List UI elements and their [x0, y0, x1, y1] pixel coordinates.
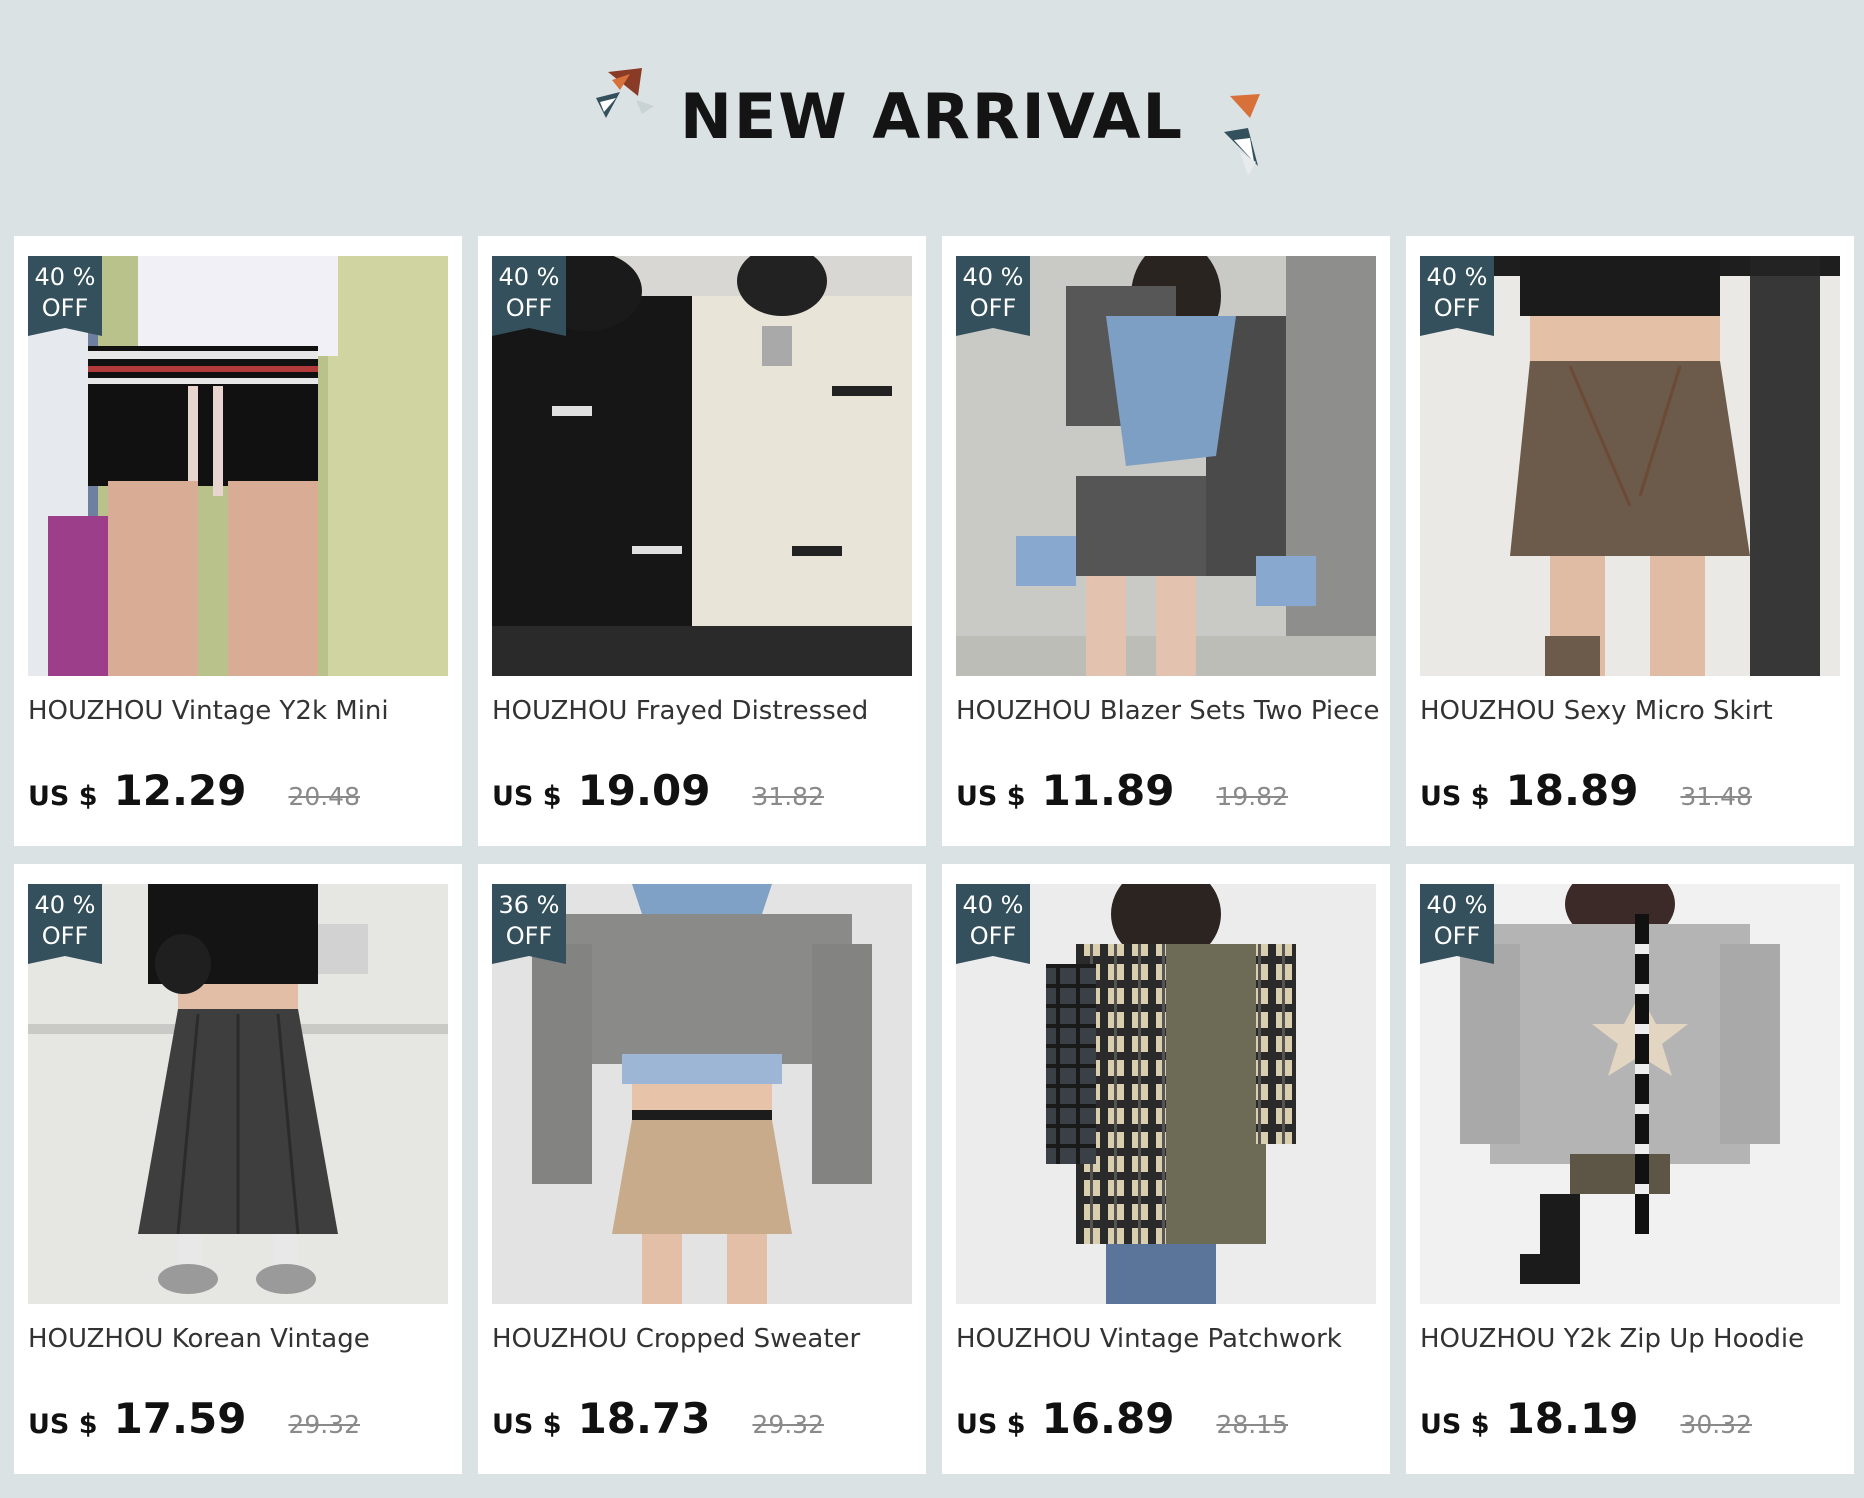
price-row: US $ 17.59 29.32 [28, 1394, 454, 1443]
currency-label: US $ [492, 1409, 562, 1440]
product-card[interactable]: 40 % OFF HOUZHOU Korean Vintage US $ 17.… [14, 864, 462, 1474]
product-title[interactable]: HOUZHOU Blazer Sets Two Piece [956, 696, 1382, 726]
original-price: 29.32 [752, 1410, 824, 1439]
original-price: 31.48 [1680, 782, 1752, 811]
original-price: 31.82 [752, 782, 824, 811]
original-price: 28.15 [1216, 1410, 1288, 1439]
discount-badge: 40 % OFF [28, 256, 102, 336]
sale-price: 19.09 [577, 766, 711, 815]
currency-label: US $ [1420, 781, 1490, 812]
product-title[interactable]: HOUZHOU Y2k Zip Up Hoodie [1420, 1324, 1846, 1354]
product-title[interactable]: HOUZHOU Cropped Sweater [492, 1324, 918, 1354]
discount-badge: 40 % OFF [956, 884, 1030, 964]
new-arrival-page: NEW ARRIVAL 40 % OFF HOUZHOU Vintage Y2k… [0, 0, 1864, 1498]
product-card[interactable]: 40 % OFF HOUZHOU Vintage Patchwork US $ … [942, 864, 1390, 1474]
currency-label: US $ [956, 1409, 1026, 1440]
price-row: US $ 18.73 29.32 [492, 1394, 918, 1443]
sale-price: 18.19 [1505, 1394, 1639, 1443]
product-card[interactable]: 40 % OFF HOUZHOU Frayed Distressed US $ … [478, 236, 926, 846]
original-price: 29.32 [288, 1410, 360, 1439]
product-image[interactable]: 40 % OFF [28, 256, 448, 676]
product-image[interactable]: 40 % OFF [492, 256, 912, 676]
product-image[interactable]: 40 % OFF [28, 884, 448, 1304]
price-row: US $ 18.19 30.32 [1420, 1394, 1846, 1443]
sale-price: 12.29 [113, 766, 247, 815]
product-title[interactable]: HOUZHOU Vintage Y2k Mini [28, 696, 454, 726]
page-title: NEW ARRIVAL [679, 80, 1184, 153]
product-card[interactable]: 40 % OFF HOUZHOU Vintage Y2k Mini US $ 1… [14, 236, 462, 846]
product-image[interactable]: 40 % OFF [1420, 256, 1840, 676]
sale-price: 16.89 [1041, 1394, 1175, 1443]
currency-label: US $ [28, 1409, 98, 1440]
price-row: US $ 11.89 19.82 [956, 766, 1382, 815]
header: NEW ARRIVAL [0, 0, 1864, 236]
currency-label: US $ [956, 781, 1026, 812]
product-card[interactable]: 36 % OFF HOUZHOU Cropped Sweater US $ 18… [478, 864, 926, 1474]
product-image[interactable]: 40 % OFF [1420, 884, 1840, 1304]
currency-label: US $ [28, 781, 98, 812]
sale-price: 18.73 [577, 1394, 711, 1443]
product-title[interactable]: HOUZHOU Korean Vintage [28, 1324, 454, 1354]
discount-badge: 36 % OFF [492, 884, 566, 964]
original-price: 20.48 [288, 782, 360, 811]
currency-label: US $ [492, 781, 562, 812]
discount-badge: 40 % OFF [956, 256, 1030, 336]
product-card[interactable]: 40 % OFF HOUZHOU Sexy Micro Skirt US $ 1… [1406, 236, 1854, 846]
sale-price: 11.89 [1041, 766, 1175, 815]
discount-badge: 40 % OFF [1420, 256, 1494, 336]
product-image[interactable]: 36 % OFF [492, 884, 912, 1304]
discount-badge: 40 % OFF [28, 884, 102, 964]
price-row: US $ 16.89 28.15 [956, 1394, 1382, 1443]
sale-price: 18.89 [1505, 766, 1639, 815]
product-image[interactable]: 40 % OFF [956, 884, 1376, 1304]
discount-badge: 40 % OFF [492, 256, 566, 336]
sale-price: 17.59 [113, 1394, 247, 1443]
price-row: US $ 12.29 20.48 [28, 766, 454, 815]
product-card[interactable]: 40 % OFF HOUZHOU Blazer Sets Two Piece U… [942, 236, 1390, 846]
currency-label: US $ [1420, 1409, 1490, 1440]
product-title[interactable]: HOUZHOU Vintage Patchwork [956, 1324, 1382, 1354]
product-title[interactable]: HOUZHOU Frayed Distressed [492, 696, 918, 726]
confetti-right-decoration [1224, 94, 1260, 176]
price-row: US $ 19.09 31.82 [492, 766, 918, 815]
original-price: 30.32 [1680, 1410, 1752, 1439]
price-row: US $ 18.89 31.48 [1420, 766, 1846, 815]
product-card[interactable]: 40 % OFF HOUZHOU Y2k Zip Up Hoodie US $ … [1406, 864, 1854, 1474]
product-image[interactable]: 40 % OFF [956, 256, 1376, 676]
product-grid: 40 % OFF HOUZHOU Vintage Y2k Mini US $ 1… [14, 236, 1854, 1474]
original-price: 19.82 [1216, 782, 1288, 811]
product-title[interactable]: HOUZHOU Sexy Micro Skirt [1420, 696, 1846, 726]
discount-badge: 40 % OFF [1420, 884, 1494, 964]
